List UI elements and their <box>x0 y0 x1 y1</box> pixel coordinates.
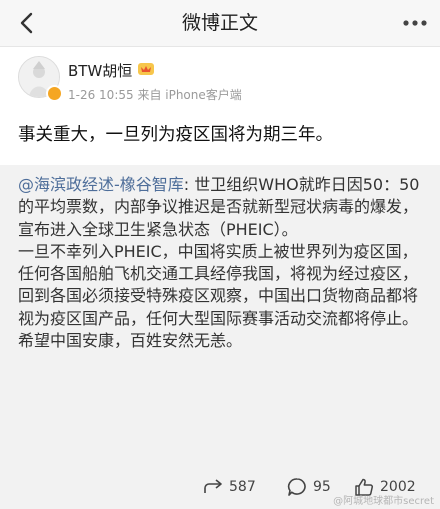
author-name[interactable]: BTW胡恒 <box>68 60 132 81</box>
watermark: @阿城地球都市secret <box>333 496 434 507</box>
post-meta: 1-26 10:55 来自 iPhone客户端 <box>68 88 242 102</box>
comment-button[interactable]: 95 <box>287 475 331 499</box>
repost-icon <box>204 479 222 493</box>
more-button[interactable] <box>398 6 432 40</box>
page-title: 微博正文 <box>181 12 258 34</box>
more-icon <box>403 20 427 26</box>
repost-paragraph: @海滨政经述-橡谷智库: 世卫组织WHO就昨日因50：50的平均票数，内部争议推… <box>18 174 424 241</box>
post-text: 事关重大，一旦列为疫区国将为期三年。 <box>18 125 333 145</box>
action-bar: 587 95 2002 @阿城地球都市secret <box>0 467 440 509</box>
navigation-bar: 微博正文 <box>0 0 440 47</box>
member-crown-icon <box>138 63 154 75</box>
author-row: BTW胡恒 1-26 10:55 来自 iPhone客户端 <box>0 52 440 112</box>
comment-icon <box>287 478 306 496</box>
repost-paragraph: 希望中国安康，百姓安然无恙。 <box>18 331 243 351</box>
verified-badge-icon <box>46 85 63 102</box>
repost-button[interactable]: 587 <box>203 475 256 499</box>
repost-author-link[interactable]: @海滨政经述-橡谷智库 <box>18 175 184 194</box>
repost-paragraph: 一旦不幸列入PHEIC，中国将实质上被世界列为疫区国，任何各国船舶飞机交通工具经… <box>18 241 419 328</box>
repost-card[interactable]: @海滨政经述-橡谷智库: 世卫组织WHO就昨日因50：50的平均票数，内部争议推… <box>0 165 440 467</box>
comment-count: 95 <box>313 479 331 495</box>
repost-text: @海滨政经述-橡谷智库: 世卫组织WHO就昨日因50：50的平均票数，内部争议推… <box>18 174 424 352</box>
repost-count: 587 <box>229 479 256 495</box>
